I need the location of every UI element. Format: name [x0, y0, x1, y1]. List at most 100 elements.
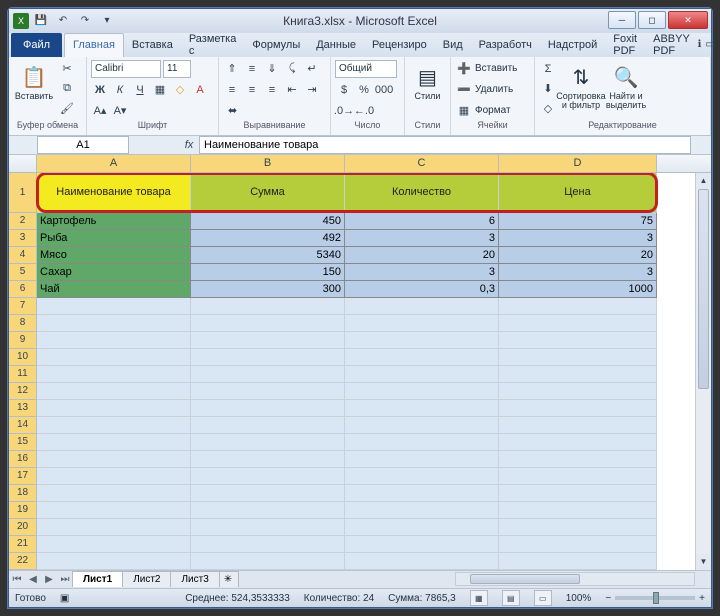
- row-head-12[interactable]: 12: [9, 383, 37, 400]
- empty-cell[interactable]: [37, 417, 191, 434]
- empty-cell[interactable]: [37, 468, 191, 485]
- cell-price[interactable]: 1000: [499, 281, 657, 298]
- cell-price[interactable]: 3: [499, 230, 657, 247]
- empty-cell[interactable]: [191, 400, 345, 417]
- empty-cell[interactable]: [345, 417, 499, 434]
- tab-data[interactable]: Данные: [308, 33, 364, 57]
- cell-qty[interactable]: 0,3: [345, 281, 499, 298]
- number-format-combo[interactable]: Общий: [335, 60, 397, 78]
- empty-cell[interactable]: [345, 332, 499, 349]
- cell-sum[interactable]: 300: [191, 281, 345, 298]
- zoom-value[interactable]: 100%: [566, 593, 592, 604]
- qat-undo-icon[interactable]: ↶: [53, 11, 73, 31]
- empty-cell[interactable]: [191, 502, 345, 519]
- wrap-button[interactable]: ↵: [303, 60, 321, 78]
- macro-rec-icon[interactable]: ▣: [60, 593, 69, 604]
- tab-foxit[interactable]: Foxit PDF: [605, 33, 645, 57]
- empty-cell[interactable]: [37, 349, 191, 366]
- empty-cell[interactable]: [345, 383, 499, 400]
- row-head-19[interactable]: 19: [9, 502, 37, 519]
- row-head-6[interactable]: 6: [9, 281, 37, 298]
- row-head-10[interactable]: 10: [9, 349, 37, 366]
- empty-cell[interactable]: [345, 315, 499, 332]
- row-head-8[interactable]: 8: [9, 315, 37, 332]
- empty-cell[interactable]: [345, 400, 499, 417]
- row-head-11[interactable]: 11: [9, 366, 37, 383]
- empty-cell[interactable]: [191, 298, 345, 315]
- clear-icon[interactable]: ◇: [539, 100, 557, 118]
- find-select-button[interactable]: 🔍 Найти и выделить: [605, 60, 647, 112]
- empty-cell[interactable]: [37, 536, 191, 553]
- shrink-font-button[interactable]: A▾: [111, 102, 129, 120]
- bold-button[interactable]: Ж: [91, 81, 109, 99]
- row-head-18[interactable]: 18: [9, 485, 37, 502]
- empty-cell[interactable]: [37, 400, 191, 417]
- formula-bar[interactable]: Наименование товара: [199, 136, 691, 154]
- cells-area[interactable]: Наименование товара Сумма Количество Цен…: [37, 173, 711, 570]
- maximize-button[interactable]: ◻: [638, 11, 666, 29]
- empty-cell[interactable]: [191, 366, 345, 383]
- copy-icon[interactable]: ⧉: [58, 80, 76, 98]
- help-icon[interactable]: ℹ: [698, 39, 702, 50]
- row-head-1[interactable]: 1: [9, 173, 37, 213]
- tab-abbyy[interactable]: ABBYY PDF: [645, 33, 698, 57]
- view-layout-icon[interactable]: ▤: [502, 590, 520, 606]
- col-head-b[interactable]: B: [191, 155, 345, 172]
- fill-icon[interactable]: ⬇: [539, 80, 557, 98]
- cell-price[interactable]: 3: [499, 264, 657, 281]
- empty-cell[interactable]: [191, 519, 345, 536]
- empty-cell[interactable]: [191, 383, 345, 400]
- tab-review[interactable]: Рецензиро: [364, 33, 435, 57]
- tab-addins[interactable]: Надстрой: [540, 33, 605, 57]
- empty-cell[interactable]: [499, 536, 657, 553]
- cell-price[interactable]: 20: [499, 247, 657, 264]
- empty-cell[interactable]: [345, 485, 499, 502]
- row-head-3[interactable]: 3: [9, 230, 37, 247]
- empty-cell[interactable]: [37, 315, 191, 332]
- row-head-17[interactable]: 17: [9, 468, 37, 485]
- tab-home[interactable]: Главная: [64, 33, 124, 57]
- empty-cell[interactable]: [37, 332, 191, 349]
- fx-button[interactable]: fx: [179, 136, 199, 154]
- vertical-scrollbar[interactable]: ▲ ▼: [695, 173, 711, 570]
- format-cells-button[interactable]: Формат: [475, 105, 511, 116]
- border-button[interactable]: ▦: [151, 81, 169, 99]
- col-head-c[interactable]: C: [345, 155, 499, 172]
- cell-name[interactable]: Рыба: [37, 230, 191, 247]
- empty-cell[interactable]: [499, 298, 657, 315]
- cell-sum[interactable]: 492: [191, 230, 345, 247]
- empty-cell[interactable]: [37, 383, 191, 400]
- underline-button[interactable]: Ч: [131, 81, 149, 99]
- row-head-4[interactable]: 4: [9, 247, 37, 264]
- empty-cell[interactable]: [499, 383, 657, 400]
- scroll-up-icon[interactable]: ▲: [696, 173, 711, 189]
- row-head-2[interactable]: 2: [9, 213, 37, 230]
- cell-name[interactable]: Чай: [37, 281, 191, 298]
- sheet-tab-3[interactable]: Лист3: [170, 571, 219, 587]
- col-head-a[interactable]: A: [37, 155, 191, 172]
- name-box[interactable]: A1: [37, 136, 129, 154]
- cell-name[interactable]: Мясо: [37, 247, 191, 264]
- tab-insert[interactable]: Вставка: [124, 33, 181, 57]
- file-tab[interactable]: Файл: [11, 33, 62, 57]
- header-cell-c[interactable]: Количество: [345, 173, 499, 213]
- orientation-button[interactable]: ⤹: [283, 60, 301, 78]
- empty-cell[interactable]: [37, 553, 191, 570]
- font-name-combo[interactable]: Calibri: [91, 60, 161, 78]
- qat-save-icon[interactable]: 💾: [31, 11, 51, 31]
- empty-cell[interactable]: [499, 519, 657, 536]
- row-head-15[interactable]: 15: [9, 434, 37, 451]
- empty-cell[interactable]: [345, 349, 499, 366]
- font-size-combo[interactable]: 11: [163, 60, 191, 78]
- empty-cell[interactable]: [499, 332, 657, 349]
- empty-cell[interactable]: [191, 332, 345, 349]
- align-top-button[interactable]: ⇑: [223, 60, 241, 78]
- row-head-22[interactable]: 22: [9, 553, 37, 570]
- tab-last-icon[interactable]: ⏭: [57, 571, 73, 587]
- empty-cell[interactable]: [191, 553, 345, 570]
- cut-icon[interactable]: ✂: [58, 60, 76, 78]
- align-bot-button[interactable]: ⇓: [263, 60, 281, 78]
- empty-cell[interactable]: [191, 536, 345, 553]
- cell-price[interactable]: 75: [499, 213, 657, 230]
- percent-button[interactable]: %: [355, 81, 373, 99]
